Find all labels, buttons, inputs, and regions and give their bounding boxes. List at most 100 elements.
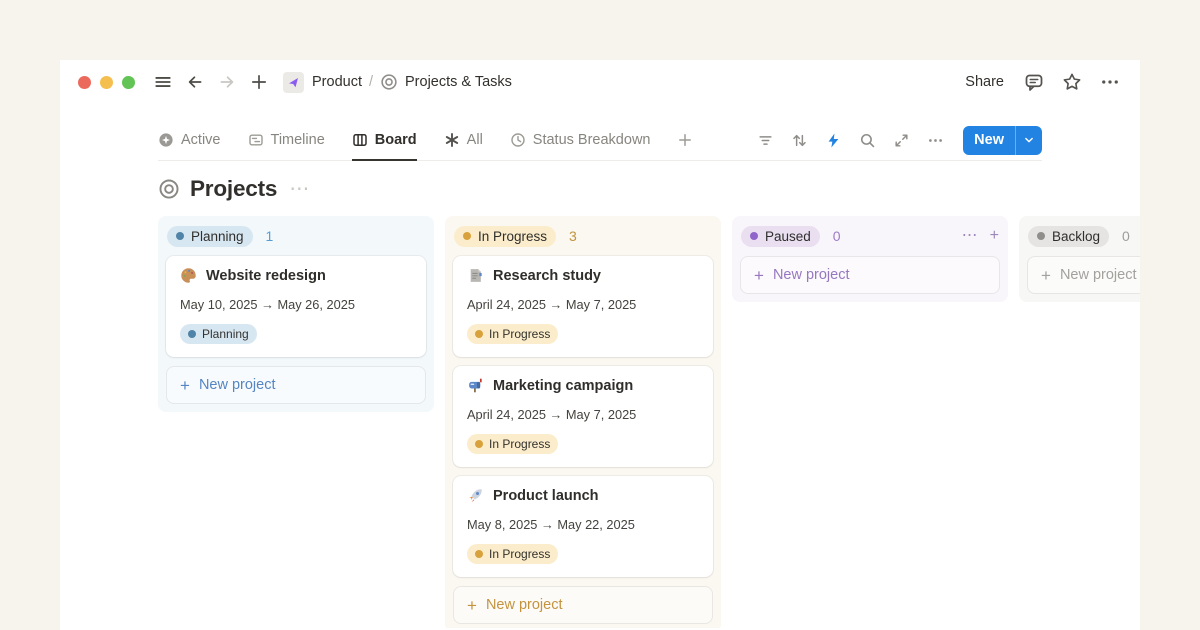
status-pill[interactable]: Backlog	[1028, 226, 1109, 247]
back-icon[interactable]	[183, 70, 207, 94]
breadcrumb-workspace[interactable]: Product	[312, 74, 362, 90]
asterisk-icon	[444, 132, 460, 148]
forward-icon[interactable]	[215, 70, 239, 94]
rocket-icon	[467, 487, 484, 504]
new-project-button[interactable]: + New project	[166, 366, 426, 404]
automation-bolt-icon[interactable]	[825, 132, 842, 149]
card-dates: May 8, 2025 → May 22, 2025	[467, 517, 699, 532]
plus-icon: +	[467, 597, 477, 614]
tab-label: Status Breakdown	[533, 132, 651, 148]
more-icon[interactable]	[1100, 72, 1120, 92]
column-planning: Planning 1 Website redesign May 10, 2025…	[158, 216, 434, 412]
new-project-button[interactable]: + New project	[1027, 256, 1140, 294]
card-title-row: Website redesign	[180, 267, 412, 284]
share-button[interactable]: Share	[965, 74, 1004, 90]
card-title: Product launch	[493, 488, 599, 504]
column-backlog: Backlog 0 + New project	[1019, 216, 1140, 302]
status-dot-icon	[463, 232, 471, 240]
column-paused: Paused 0 ⋯ + + New project	[732, 216, 1008, 302]
status-pill[interactable]: In Progress	[454, 226, 556, 247]
sort-icon[interactable]	[791, 132, 808, 149]
status-dot-icon	[475, 330, 483, 338]
minimize-window-button[interactable]	[100, 76, 113, 89]
card-status-badge: In Progress	[467, 324, 558, 344]
project-card[interactable]: Product launch May 8, 2025 → May 22, 202…	[453, 476, 713, 577]
filter-icon[interactable]	[757, 132, 774, 149]
new-page-icon[interactable]	[247, 70, 271, 94]
card-title-row: Product launch	[467, 487, 699, 504]
palette-icon	[180, 267, 197, 284]
status-dot-icon	[188, 330, 196, 338]
card-status-badge: In Progress	[467, 544, 558, 564]
timeline-icon	[248, 132, 264, 148]
view-tab-bar: Active Timeline Board All	[158, 120, 1042, 161]
new-project-button[interactable]: + New project	[740, 256, 1000, 294]
column-more-icon[interactable]: ⋯	[962, 228, 978, 244]
status-dot-icon	[750, 232, 758, 240]
close-window-button[interactable]	[78, 76, 91, 89]
traffic-lights	[78, 76, 135, 89]
column-header: Paused 0 ⋯ +	[740, 224, 1000, 248]
tab-board[interactable]: Board	[352, 120, 417, 161]
clock-icon	[510, 132, 526, 148]
comment-icon[interactable]	[1024, 72, 1044, 92]
status-pill[interactable]: Paused	[741, 226, 820, 247]
tab-timeline[interactable]: Timeline	[248, 120, 325, 161]
new-button-label[interactable]: New	[963, 126, 1016, 155]
project-card[interactable]: Website redesign May 10, 2025 → May 26, …	[166, 256, 426, 357]
add-view-icon[interactable]	[677, 120, 693, 160]
plus-icon: +	[180, 377, 190, 394]
tab-label: Timeline	[271, 132, 325, 148]
card-title-row: Marketing campaign	[467, 377, 699, 394]
card-dates: April 24, 2025 → May 7, 2025	[467, 407, 699, 422]
status-pill[interactable]: Planning	[167, 226, 253, 247]
tab-status-breakdown[interactable]: Status Breakdown	[510, 120, 651, 161]
search-icon[interactable]	[859, 132, 876, 149]
card-title: Research study	[493, 268, 601, 284]
new-project-button[interactable]: + New project	[453, 586, 713, 624]
column-header: Planning 1	[166, 224, 426, 248]
more-icon[interactable]	[927, 132, 944, 149]
column-count: 1	[266, 228, 274, 244]
card-title-row: Research study	[467, 267, 699, 284]
page-header: Projects ⋯	[60, 176, 1140, 202]
column-in-progress: In Progress 3 Research study April 24, 2…	[445, 216, 721, 628]
column-header: In Progress 3	[453, 224, 713, 248]
target-icon	[380, 73, 398, 91]
breadcrumb-page[interactable]: Projects & Tasks	[405, 74, 512, 90]
page-title: Projects	[190, 176, 277, 202]
tab-label: All	[467, 132, 483, 148]
column-header: Backlog 0	[1027, 224, 1140, 248]
board-icon	[352, 132, 368, 148]
star-circle-icon	[158, 132, 174, 148]
card-status-badge: In Progress	[467, 434, 558, 454]
column-add-icon[interactable]: +	[990, 228, 999, 244]
status-dot-icon	[1037, 232, 1045, 240]
favorite-star-icon[interactable]	[1062, 72, 1082, 92]
title-more-icon[interactable]: ⋯	[289, 179, 309, 199]
workspace-logo-icon[interactable]	[283, 72, 304, 93]
tab-label: Active	[181, 132, 221, 148]
mailbox-icon	[467, 377, 484, 394]
bookmark-tabs-icon	[467, 267, 484, 284]
target-icon	[158, 178, 180, 200]
card-dates: April 24, 2025 → May 7, 2025	[467, 297, 699, 312]
card-title: Marketing campaign	[493, 378, 633, 394]
tab-active[interactable]: Active	[158, 120, 221, 161]
breadcrumb-separator: /	[369, 74, 373, 90]
kanban-board: Planning 1 Website redesign May 10, 2025…	[60, 216, 1140, 628]
expand-icon[interactable]	[893, 132, 910, 149]
column-actions: ⋯ +	[962, 228, 999, 244]
chevron-down-icon[interactable]	[1016, 126, 1042, 155]
window-titlebar: Product / Projects & Tasks Share	[60, 60, 1140, 104]
column-count: 0	[833, 228, 841, 244]
status-dot-icon	[176, 232, 184, 240]
sidebar-menu-icon[interactable]	[151, 70, 175, 94]
zoom-window-button[interactable]	[122, 76, 135, 89]
project-card[interactable]: Marketing campaign April 24, 2025 → May …	[453, 366, 713, 467]
card-status-badge: Planning	[180, 324, 257, 344]
project-card[interactable]: Research study April 24, 2025 → May 7, 2…	[453, 256, 713, 357]
card-title: Website redesign	[206, 268, 326, 284]
tab-all[interactable]: All	[444, 120, 483, 161]
new-button[interactable]: New	[963, 126, 1042, 155]
